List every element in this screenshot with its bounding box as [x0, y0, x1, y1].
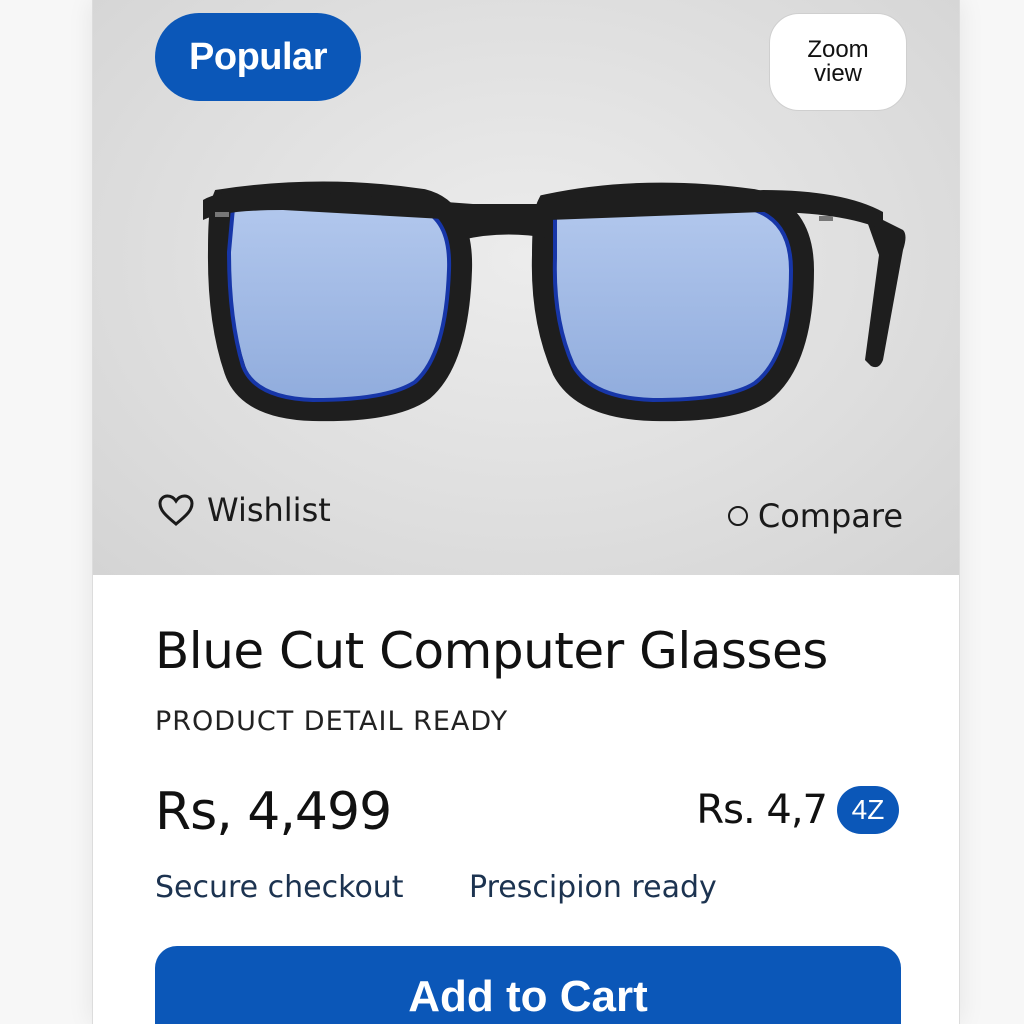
wishlist-button[interactable]: Wishlist	[157, 488, 331, 532]
compare-label: Compare	[757, 497, 903, 535]
zoom-view-button[interactable]: Zoom view	[769, 13, 907, 111]
product-card: Popular Zoom view Wishlist Compare Blue …	[92, 0, 960, 1024]
alternate-price-badge: 4Z	[837, 786, 899, 834]
heart-icon	[158, 494, 194, 526]
product-status: PRODUCT DETAIL READY	[155, 706, 509, 737]
popular-badge: Popular	[155, 13, 361, 101]
add-to-cart-button[interactable]: Add to Cart	[155, 946, 901, 1024]
product-title: Blue Cut Computer Glasses	[155, 622, 828, 680]
product-image-area: Popular Zoom view Wishlist Compare	[93, 0, 959, 575]
feature-prescription-ready: Prescipion ready	[469, 870, 717, 905]
glasses-product-image[interactable]	[163, 160, 923, 440]
product-price: Rs, 4,499	[155, 782, 392, 842]
feature-secure-checkout: Secure checkout	[155, 870, 404, 905]
radio-circle-icon	[727, 506, 748, 526]
alternate-price-amount: Rs. 4,7	[696, 787, 828, 833]
alternate-price: Rs. 4,7 4Z	[696, 786, 899, 834]
compare-toggle[interactable]: Compare	[727, 494, 903, 538]
zoom-view-label: Zoom view	[807, 36, 869, 87]
wishlist-label: Wishlist	[207, 491, 331, 529]
